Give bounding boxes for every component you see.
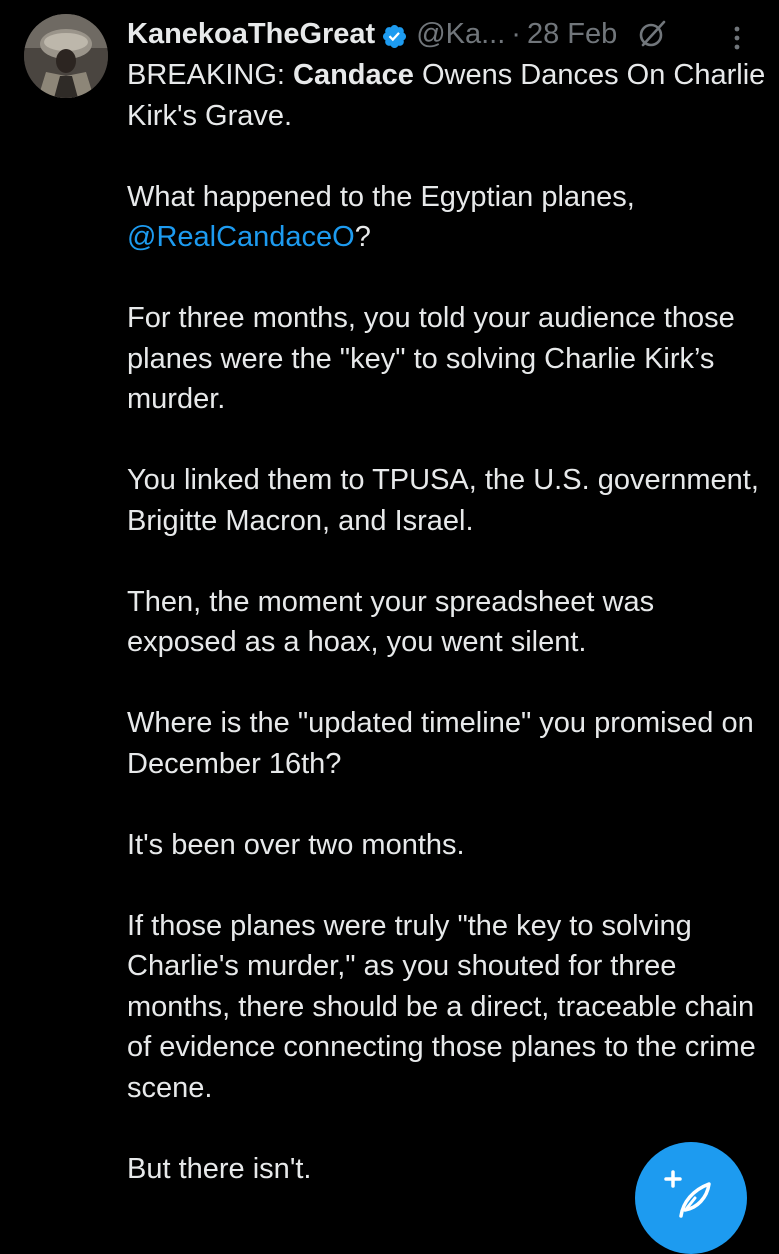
header-separator: · — [511, 18, 521, 50]
tweet: KanekoaTheGreat @Ka... · 28 Feb BREAKING… — [0, 0, 779, 1254]
question-suffix: ? — [354, 221, 371, 253]
mention-link[interactable]: @RealCandaceO — [127, 221, 355, 253]
author-avatar[interactable] — [24, 14, 108, 98]
tweet-paragraph-2: What happened to the Egyptian planes, @R… — [127, 177, 767, 258]
compose-feather-plus-icon — [664, 1170, 711, 1218]
tweet-paragraph-7: It's been over two months. — [127, 828, 465, 861]
grok-icon[interactable] — [635, 17, 669, 51]
author-handle[interactable]: @Ka... — [416, 14, 505, 54]
avatar-image — [24, 14, 108, 98]
tweet-paragraph-3: For three months, you told your audience… — [127, 302, 735, 415]
tweet-paragraph-1: BREAKING: Candace Owens Dances On Charli… — [127, 55, 767, 136]
verified-badge-icon — [381, 21, 408, 48]
tweet-paragraph-5: Then, the moment your spreadsheet was ex… — [127, 585, 655, 659]
tweet-paragraph-6: Where is the "updated timeline" you prom… — [127, 707, 754, 780]
tweet-header: KanekoaTheGreat @Ka... · 28 Feb — [127, 14, 767, 54]
question-text: What happened to the Egyptian planes, — [127, 180, 635, 213]
tweet-paragraph-4: You linked them to TPUSA, the U.S. gover… — [127, 464, 759, 537]
vertical-ellipsis-icon[interactable] — [721, 22, 753, 54]
tweet-body: BREAKING: Candace Owens Dances On Charli… — [127, 55, 767, 1189]
tweet-paragraph-8: If those planes were truly "the key to s… — [127, 909, 756, 1104]
breaking-prefix: BREAKING: — [127, 59, 293, 91]
compose-post-button[interactable] — [635, 1142, 747, 1254]
highlighted-term: Candace — [293, 59, 414, 91]
post-timestamp[interactable]: 28 Feb — [527, 14, 617, 54]
author-display-name[interactable]: KanekoaTheGreat — [127, 14, 375, 54]
